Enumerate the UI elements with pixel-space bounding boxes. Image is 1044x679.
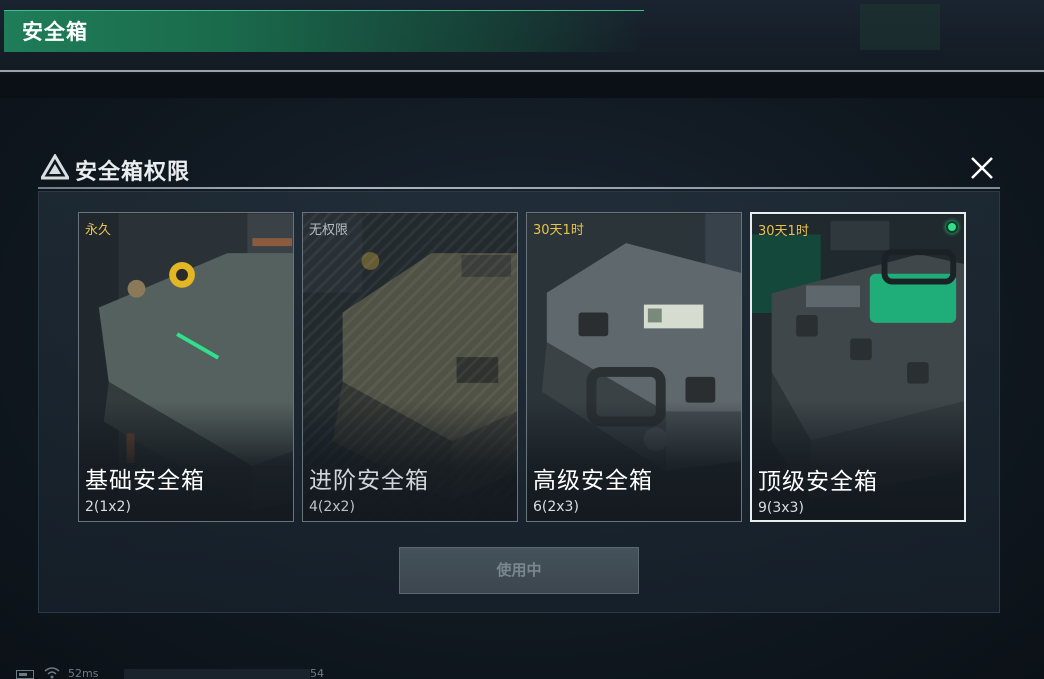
- card-capacity: 2(1x2): [85, 499, 131, 515]
- header-divider: [38, 187, 1000, 189]
- safe-box-card-top[interactable]: 30天1时 顶级安全箱 9(3x3): [750, 212, 966, 522]
- card-duration-tag: 永久: [85, 223, 112, 238]
- card-name: 高级安全箱: [533, 468, 653, 494]
- selected-indicator-dot: [946, 221, 958, 233]
- card-capacity: 6(2x3): [533, 499, 579, 515]
- dialog-header: 安全箱权限: [38, 150, 1000, 190]
- card-duration-tag: 30天1时: [533, 223, 584, 238]
- card-name: 基础安全箱: [85, 468, 205, 494]
- top-decoration: [860, 4, 940, 50]
- card-name: 进阶安全箱: [309, 468, 429, 494]
- dialog-title: 安全箱权限: [75, 160, 191, 185]
- in-use-button[interactable]: 使用中: [399, 547, 639, 594]
- status-number: 54: [310, 667, 324, 679]
- battery-icon: [16, 670, 34, 679]
- card-capacity: 4(2x2): [309, 499, 355, 515]
- close-icon[interactable]: [967, 153, 997, 183]
- safe-box-card-advanced[interactable]: 无权限 进阶安全箱 4(2x2): [302, 212, 518, 522]
- safe-box-card-premium[interactable]: 30天1时 高级安全箱 6(2x3): [526, 212, 742, 522]
- ping-readout: 52ms: [68, 667, 99, 679]
- card-capacity: 9(3x3): [758, 500, 804, 516]
- wifi-icon: [44, 667, 60, 679]
- status-track: [124, 669, 310, 679]
- card-duration-tag: 30天1时: [758, 224, 809, 239]
- page-title: 安全箱: [22, 20, 88, 44]
- card-name: 顶级安全箱: [758, 469, 878, 495]
- top-bar: 安全箱: [0, 0, 1044, 72]
- card-duration-tag: 无权限: [309, 223, 349, 238]
- warning-triangle-icon: [41, 154, 69, 180]
- safe-box-card-basic[interactable]: 永久 基础安全箱 2(1x2): [78, 212, 294, 522]
- top-strip: [0, 74, 1044, 98]
- title-banner: [4, 10, 644, 52]
